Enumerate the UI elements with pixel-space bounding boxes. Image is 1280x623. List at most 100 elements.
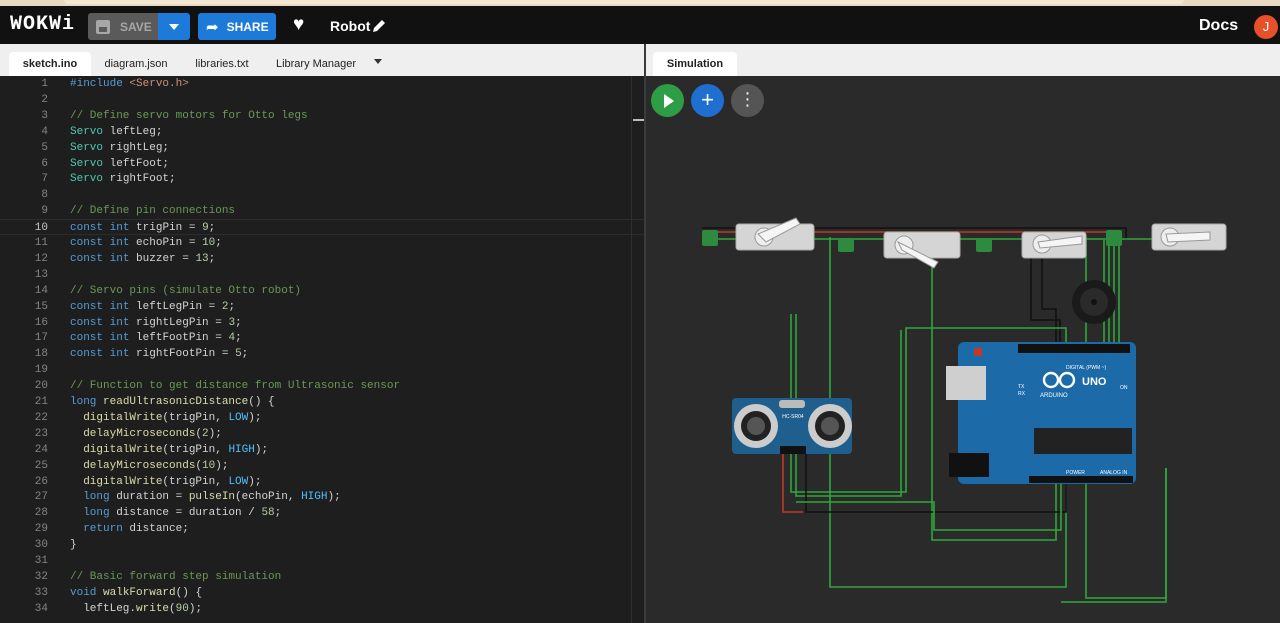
line-number: 30 bbox=[34, 539, 48, 552]
code-line[interactable]: 32 // Basic forward step simulation bbox=[0, 569, 644, 585]
analog-header-label: ANALOG IN bbox=[1100, 470, 1128, 476]
save-button[interactable]: SAVE bbox=[88, 13, 158, 40]
code-line[interactable]: 29 return distance; bbox=[0, 521, 644, 537]
code-line[interactable]: 25 delayMicroseconds(10); bbox=[0, 458, 644, 474]
line-number: 31 bbox=[34, 555, 48, 567]
code-text: Servo rightFoot; bbox=[70, 173, 176, 186]
code-line[interactable]: 17 const int leftFootPin = 4; bbox=[0, 330, 644, 346]
code-line[interactable]: 14 // Servo pins (simulate Otto robot) bbox=[0, 283, 644, 299]
line-number: 21 bbox=[34, 396, 48, 408]
line-number: 23 bbox=[34, 427, 48, 440]
code-line[interactable]: 6 Servo leftFoot; bbox=[0, 156, 644, 172]
user-avatar[interactable]: J bbox=[1254, 15, 1278, 39]
line-number: 27 bbox=[34, 491, 48, 504]
line-number: 2 bbox=[41, 93, 48, 106]
line-number: 25 bbox=[34, 459, 48, 472]
code-line[interactable]: 18 const int rightFootPin = 5; bbox=[0, 346, 644, 362]
docs-link[interactable]: Docs bbox=[1199, 17, 1238, 35]
more-vertical-icon[interactable]: ⋮ bbox=[731, 84, 764, 117]
code-line[interactable]: 2 bbox=[0, 92, 644, 108]
code-line[interactable]: 20 // Function to get distance from Ultra… bbox=[0, 378, 644, 394]
code-text: long duration = pulseIn(echoPin, HIGH); bbox=[83, 491, 341, 504]
line-number: 26 bbox=[34, 475, 48, 488]
code-area[interactable]: 1 #include <Servo.h> 2 3// Define servo mot… bbox=[0, 76, 644, 623]
buzzer[interactable] bbox=[1072, 280, 1116, 324]
tab-diagram-json[interactable]: diagram.json bbox=[97, 52, 175, 76]
code-line[interactable]: 7 Servo rightFoot; bbox=[0, 171, 644, 187]
code-line[interactable]: 21 long readUltrasonicDistance() { bbox=[0, 394, 644, 410]
code-text: const int leftFootPin = 4; bbox=[70, 332, 242, 345]
code-line[interactable]: 9 // Define pin connections bbox=[0, 203, 644, 219]
line-number: 29 bbox=[34, 523, 48, 536]
code-line[interactable]: 19 bbox=[0, 362, 644, 378]
code-line[interactable]: 15 const int leftLegPin = 2; bbox=[0, 299, 644, 315]
code-text: long readUltrasonicDistance() { bbox=[70, 396, 275, 408]
line-number: 19 bbox=[34, 364, 48, 377]
code-line[interactable]: 12 const int buzzer = 13; bbox=[0, 251, 644, 267]
code-text: digitalWrite(trigPin, HIGH); bbox=[83, 443, 269, 456]
arduino-uno-board[interactable]: UNO ARDUINO DIGITAL (PWM ~) ANALOG IN PO… bbox=[946, 342, 1136, 484]
code-line[interactable]: 33 void walkForward() { bbox=[0, 585, 644, 601]
pencil-icon[interactable] bbox=[371, 18, 387, 34]
servo-motor-3[interactable] bbox=[976, 231, 1087, 259]
code-line[interactable]: 13 bbox=[0, 267, 644, 283]
code-line[interactable]: 27 long duration = pulseIn(echoPin, HIGH… bbox=[0, 489, 644, 505]
project-title[interactable]: Robot bbox=[330, 18, 370, 34]
code-line[interactable]: 31 bbox=[0, 553, 644, 569]
line-number: 12 bbox=[34, 252, 48, 265]
share-button[interactable]: ➦ SHARE bbox=[198, 13, 276, 40]
scrollbar-thumb[interactable] bbox=[633, 119, 644, 121]
code-text: delayMicroseconds(10); bbox=[83, 459, 229, 472]
code-line[interactable]: 22 digitalWrite(trigPin, LOW); bbox=[0, 410, 644, 426]
circuit-canvas[interactable]: HC-SR04 UNO ARDUINO DIGITAL (PWM ~) ANAL… bbox=[646, 44, 1280, 623]
code-line[interactable]: 28 long distance = duration / 58; bbox=[0, 505, 644, 521]
code-line[interactable]: 34 leftLeg.write(90); bbox=[0, 601, 644, 617]
line-number: 9 bbox=[41, 205, 48, 218]
editor-scroll-track[interactable] bbox=[631, 76, 632, 623]
app-header: WOKWi SAVE ➦ SHARE ♥ Robot Docs J bbox=[0, 6, 1280, 44]
code-text: // Basic forward step simulation bbox=[70, 570, 282, 583]
line-number: 28 bbox=[34, 507, 48, 520]
tab-simulation[interactable]: Simulation bbox=[653, 52, 737, 76]
save-dropdown-button[interactable] bbox=[158, 13, 190, 40]
line-number: 7 bbox=[41, 173, 48, 186]
line-number: 3 bbox=[41, 109, 48, 122]
line-number: 5 bbox=[41, 141, 48, 154]
line-number: 24 bbox=[34, 443, 48, 456]
line-number: 6 bbox=[41, 157, 48, 170]
line-number: 16 bbox=[34, 316, 48, 329]
servo-motor-1[interactable] bbox=[702, 217, 815, 251]
code-line[interactable]: 24 digitalWrite(trigPin, HIGH); bbox=[0, 442, 644, 458]
line-number: 10 bbox=[34, 222, 48, 235]
code-line[interactable]: 1 #include <Servo.h> bbox=[0, 76, 644, 92]
code-editor-pane: sketch.ino diagram.json libraries.txt Li… bbox=[0, 44, 644, 623]
tab-sketch-ino[interactable]: sketch.ino bbox=[9, 52, 91, 76]
tab-library-manager[interactable]: Library Manager bbox=[266, 52, 366, 76]
heart-icon[interactable]: ♥ bbox=[293, 14, 304, 36]
plus-icon[interactable]: + bbox=[691, 84, 724, 117]
line-number: 34 bbox=[34, 602, 48, 615]
wokwi-logo[interactable]: WOKWi bbox=[10, 13, 75, 36]
digital-header-label: DIGITAL (PWM ~) bbox=[1066, 365, 1106, 371]
servo-motor-2[interactable] bbox=[838, 231, 961, 269]
chevron-down-icon[interactable] bbox=[374, 59, 382, 64]
code-line[interactable]: 26 digitalWrite(trigPin, LOW); bbox=[0, 474, 644, 490]
line-number: 17 bbox=[34, 332, 48, 345]
code-line[interactable]: 3 // Define servo motors for Otto legs bbox=[0, 108, 644, 124]
play-icon[interactable] bbox=[651, 84, 684, 117]
code-line[interactable]: 30} bbox=[0, 537, 644, 553]
line-number: 22 bbox=[34, 411, 48, 424]
code-text: // Servo pins (simulate Otto robot) bbox=[70, 284, 302, 297]
code-text: const int trigPin = 9; bbox=[70, 222, 216, 235]
tab-libraries-txt[interactable]: libraries.txt bbox=[184, 52, 260, 76]
code-line[interactable]: 10 const int trigPin = 9; bbox=[0, 219, 644, 236]
code-line[interactable]: 4 Servo leftLeg; bbox=[0, 124, 644, 140]
code-line[interactable]: 5 Servo rightLeg; bbox=[0, 140, 644, 156]
code-line[interactable]: 8 bbox=[0, 187, 644, 203]
code-text: Servo leftLeg; bbox=[70, 125, 163, 138]
code-line[interactable]: 23 delayMicroseconds(2); bbox=[0, 426, 644, 442]
code-text: void walkForward() { bbox=[70, 586, 203, 599]
code-line[interactable]: 16 const int rightLegPin = 3; bbox=[0, 315, 644, 331]
ultrasonic-sensor-hc-sr04[interactable]: HC-SR04 bbox=[732, 398, 852, 454]
code-line[interactable]: 11 const int echoPin = 10; bbox=[0, 235, 644, 251]
